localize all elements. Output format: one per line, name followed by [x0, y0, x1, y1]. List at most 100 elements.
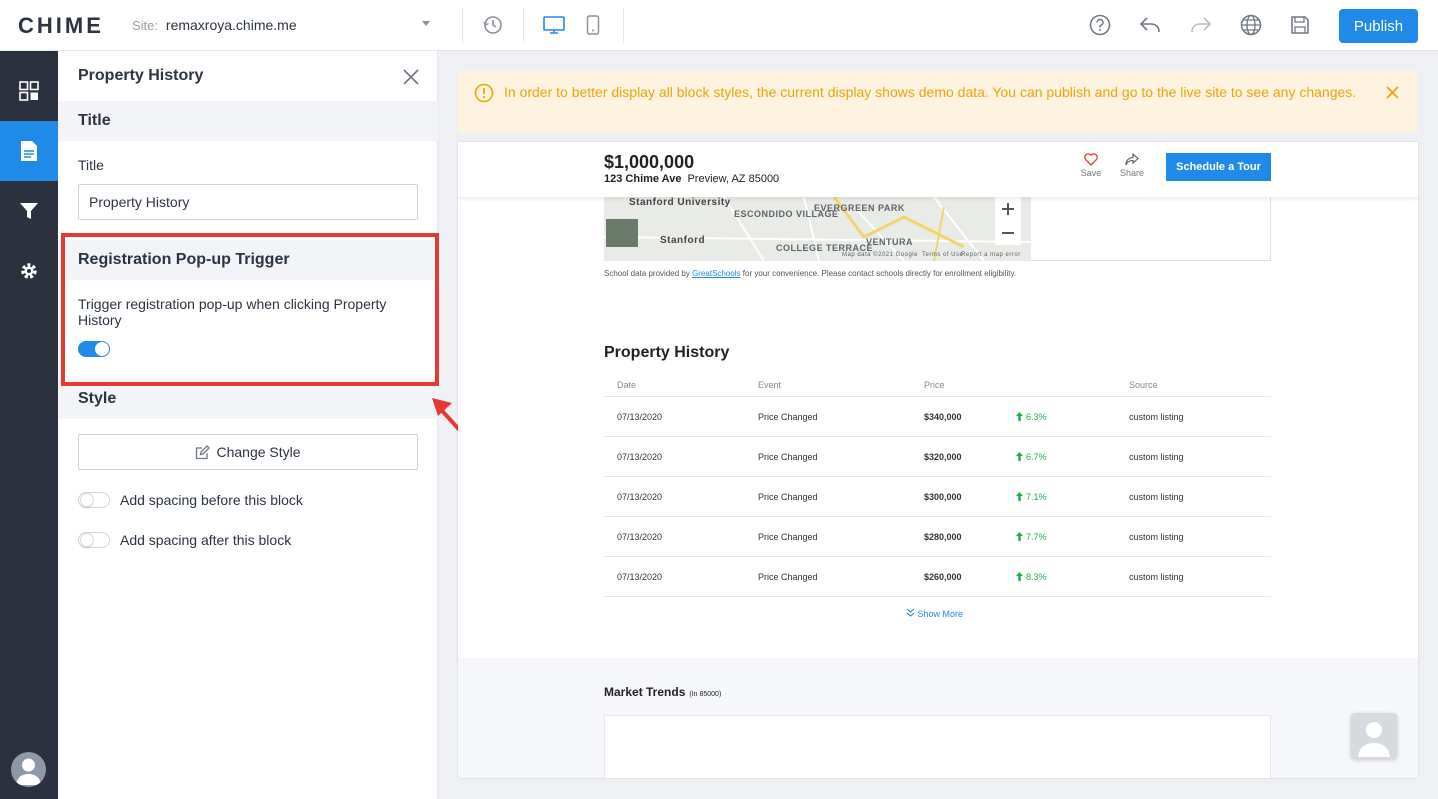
publish-button[interactable]: Publish: [1339, 9, 1418, 43]
chime-logo[interactable]: CHIME: [18, 13, 104, 39]
table-row: 07/13/2020 Price Changed $340,000 6.3% custo…: [604, 397, 1271, 437]
rail-dashboard[interactable]: [0, 61, 58, 121]
row-date: 07/13/2020: [617, 531, 663, 542]
site-select[interactable]: Site: remaxroya.chime.me: [132, 17, 432, 33]
row-date: 07/13/2020: [617, 491, 663, 502]
greatschools-link[interactable]: GreatSchools: [692, 269, 740, 278]
spacing-after-label: Add spacing after this block: [120, 532, 292, 548]
rail-filter[interactable]: [0, 181, 58, 241]
row-event: Price Changed: [758, 491, 818, 502]
market-chart-box: [604, 715, 1271, 778]
table-row: 07/13/2020 Price Changed $280,000 7.7% custo…: [604, 517, 1271, 557]
row-change-value: 6.7%: [1026, 451, 1047, 462]
row-price: $280,000: [924, 531, 962, 542]
map-label: Stanford: [660, 235, 706, 246]
title-input[interactable]: [78, 184, 418, 220]
top-bar: CHIME Site: remaxroya.chime.me Publish: [0, 0, 1438, 51]
row-source: custom listing: [1129, 531, 1184, 542]
school-note: School data provided by GreatSchools for…: [604, 269, 1016, 278]
map-terms-link[interactable]: Terms of Use: [922, 252, 963, 258]
row-date: 07/13/2020: [617, 571, 663, 582]
row-change-value: 7.7%: [1026, 531, 1047, 542]
globe-icon[interactable]: [1239, 13, 1263, 37]
redo-icon[interactable]: [1189, 13, 1213, 37]
map-side-panel: [1030, 197, 1271, 261]
market-trends-title: Market Trends (In 85000): [604, 685, 721, 699]
desktop-icon[interactable]: [542, 13, 566, 37]
schedule-tour-button[interactable]: Schedule a Tour: [1166, 153, 1271, 181]
listing-header: $1,000,000 123 Chime Ave Preview, AZ 8500…: [458, 142, 1418, 197]
row-change-value: 6.3%: [1026, 411, 1047, 422]
school-note-prefix: School data provided by: [604, 269, 690, 278]
divider: [623, 8, 624, 43]
address-street: 123 Chime Ave: [604, 173, 682, 185]
map-report-link[interactable]: Report a map error: [961, 252, 1021, 258]
share-icon: [1125, 152, 1139, 166]
share-listing[interactable]: Share: [1117, 152, 1147, 178]
row-event: Price Changed: [758, 451, 818, 462]
arrow-up-icon: [1016, 491, 1023, 501]
spacing-after-toggle[interactable]: [78, 532, 110, 548]
table-row: 07/13/2020 Price Changed $260,000 8.3% custo…: [604, 557, 1271, 597]
map-view[interactable]: Stanford University ESCONDIDO VILLAGE EV…: [604, 197, 1031, 261]
settings-icon: [21, 263, 37, 279]
row-date: 07/13/2020: [617, 451, 663, 462]
show-more-label: Show More: [917, 609, 964, 619]
row-event: Price Changed: [758, 411, 818, 422]
row-change: 8.3%: [1016, 571, 1047, 582]
market-trends-section: Market Trends (In 85000): [458, 658, 1418, 778]
heart-icon: [1084, 153, 1098, 166]
spacing-before-label: Add spacing before this block: [120, 492, 303, 508]
row-change-value: 8.3%: [1026, 571, 1047, 582]
market-subtitle: (In 85000): [689, 691, 722, 698]
change-style-label: Change Style: [216, 444, 301, 460]
row-date: 07/13/2020: [617, 411, 663, 422]
change-style-button[interactable]: Change Style: [78, 434, 418, 470]
save-listing[interactable]: Save: [1076, 153, 1106, 178]
table-header: Date Event Price Source: [604, 374, 1271, 397]
mobile-icon[interactable]: [581, 13, 605, 37]
map-zoom-controls: [995, 197, 1021, 245]
property-history-table: Date Event Price Source 07/13/2020 Price …: [604, 374, 1271, 597]
arrow-up-icon: [1016, 451, 1023, 461]
row-source: custom listing: [1129, 451, 1184, 462]
row-source: custom listing: [1129, 571, 1184, 582]
zoom-out-icon[interactable]: [1002, 227, 1014, 239]
map-label: Stanford University: [629, 197, 731, 208]
warning-icon: [474, 83, 494, 103]
column-header: Event: [758, 380, 782, 390]
close-icon[interactable]: [402, 68, 420, 86]
history-icon[interactable]: [481, 13, 505, 37]
save-label: Save: [1080, 168, 1102, 178]
share-label: Share: [1119, 168, 1145, 178]
settings-panel: Property History Title Title Registratio…: [58, 51, 438, 799]
zoom-in-icon[interactable]: [1002, 203, 1014, 215]
toggle-knob: [80, 533, 94, 547]
user-avatar[interactable]: [11, 752, 46, 787]
row-event: Price Changed: [758, 571, 818, 582]
undo-icon[interactable]: [1138, 13, 1162, 37]
help-icon[interactable]: [1088, 13, 1112, 37]
arrow-up-icon: [1016, 531, 1023, 541]
row-source: custom listing: [1129, 491, 1184, 502]
rail-settings[interactable]: [0, 241, 58, 301]
dashboard-icon: [19, 81, 39, 101]
show-more-link[interactable]: Show More: [906, 608, 963, 619]
toggle-knob: [80, 493, 94, 507]
chevron-down-icon: [422, 21, 430, 26]
spacing-before-toggle[interactable]: [78, 492, 110, 508]
close-icon[interactable]: [1386, 86, 1399, 99]
column-header: Source: [1129, 380, 1158, 390]
map-attribution: Map data ©2021 Google: [842, 252, 918, 258]
save-icon[interactable]: [1288, 13, 1312, 37]
row-change: 7.1%: [1016, 491, 1047, 502]
column-header: Date: [617, 380, 637, 390]
row-change: 6.3%: [1016, 411, 1047, 422]
row-price: $340,000: [924, 411, 962, 422]
row-change: 6.7%: [1016, 451, 1047, 462]
site-preview: $1,000,000 123 Chime Ave Preview, AZ 8500…: [458, 142, 1418, 778]
agent-avatar[interactable]: [1351, 713, 1397, 759]
site-label: Site:: [132, 18, 159, 33]
arrow-up-icon: [1016, 411, 1023, 421]
rail-pages[interactable]: [0, 121, 58, 181]
